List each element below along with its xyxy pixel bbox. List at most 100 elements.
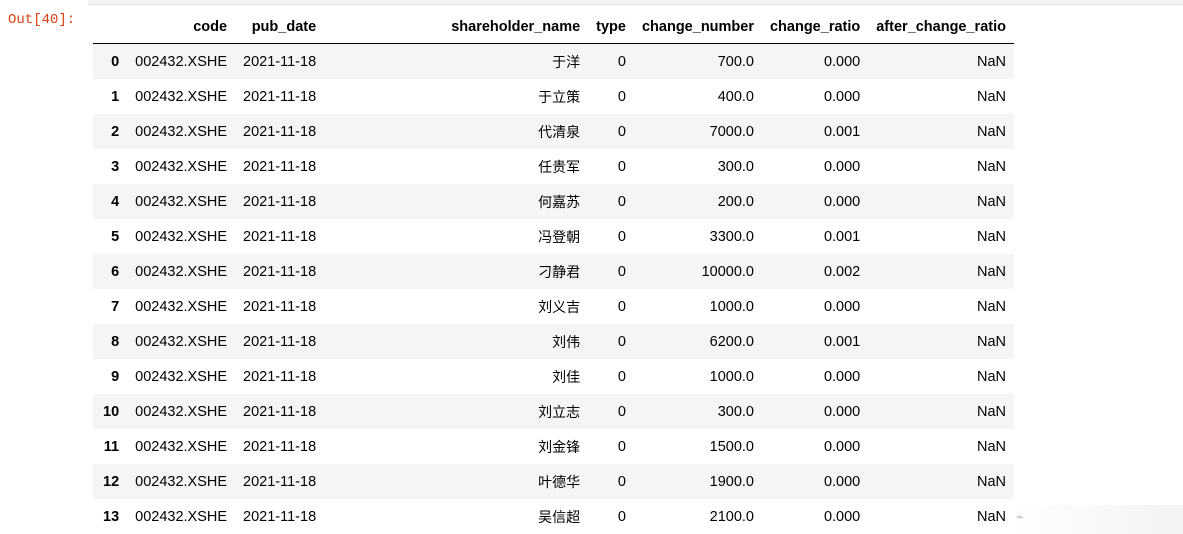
cell-code: 002432.XSHE (135, 263, 228, 280)
table-row: 7 002432.XSHE 2021-11-18 刘义吉 0 1000.0 0.000 NaN (93, 289, 1014, 324)
cell-pub-date: 2021-11-18 (243, 53, 317, 70)
row-index: 1 (111, 88, 120, 105)
cell-code: 002432.XSHE (135, 88, 228, 105)
cell-change-number: 6200.0 (709, 333, 754, 350)
row-index: 11 (103, 438, 120, 455)
cell-shareholder-name: 刘伟 (552, 334, 581, 351)
cell-shareholder-name: 刁静君 (538, 264, 581, 281)
cell-pub-date: 2021-11-18 (243, 263, 317, 280)
row-index: 13 (103, 508, 120, 525)
cell-type: 0 (617, 438, 626, 455)
cell-after-change-ratio: NaN (976, 473, 1006, 490)
cell-after-change-ratio: NaN (976, 333, 1006, 350)
cell-change-number: 10000.0 (701, 263, 754, 280)
cell-type: 0 (617, 158, 626, 175)
cell-after-change-ratio: NaN (976, 508, 1006, 525)
cell-pub-date: 2021-11-18 (243, 193, 317, 210)
column-header-shareholder-name: shareholder_name (324, 11, 589, 44)
cell-code: 002432.XSHE (135, 403, 228, 420)
row-index: 12 (103, 473, 120, 490)
cell-after-change-ratio: NaN (976, 263, 1006, 280)
cell-change-ratio: 0.002 (823, 263, 861, 280)
cell-change-number: 7000.0 (709, 123, 754, 140)
row-index: 8 (111, 333, 120, 350)
cell-pub-date: 2021-11-18 (243, 438, 317, 455)
cell-change-number: 3300.0 (709, 228, 754, 245)
cell-code: 002432.XSHE (135, 368, 228, 385)
cell-shareholder-name: 任贵军 (538, 159, 581, 176)
cell-after-change-ratio: NaN (976, 228, 1006, 245)
cell-code: 002432.XSHE (135, 438, 228, 455)
cell-code: 002432.XSHE (135, 473, 228, 490)
cell-shareholder-name: 刘金锋 (538, 439, 581, 456)
table-row: 12 002432.XSHE 2021-11-18 叶德华 0 1900.0 0.000 Na… (93, 464, 1014, 499)
cell-after-change-ratio: NaN (976, 298, 1006, 315)
cell-pub-date: 2021-11-18 (243, 473, 317, 490)
row-index: 3 (111, 158, 120, 175)
cell-after-change-ratio: NaN (976, 368, 1006, 385)
cell-type: 0 (617, 53, 626, 70)
column-header-change-ratio: change_ratio (761, 11, 869, 44)
cell-change-ratio: 0.001 (823, 333, 861, 350)
table-row: 10 002432.XSHE 2021-11-18 刘立志 0 300.0 0.000 NaN (93, 394, 1014, 429)
cell-shareholder-name: 于洋 (552, 54, 581, 71)
table-row: 1 002432.XSHE 2021-11-18 于立策 0 400.0 0.000 NaN (93, 79, 1014, 114)
table-row: 4 002432.XSHE 2021-11-18 何嘉苏 0 200.0 0.000 NaN (93, 184, 1014, 219)
cell-type: 0 (617, 368, 626, 385)
row-index: 2 (111, 123, 120, 140)
cell-change-number: 300.0 (717, 403, 754, 420)
cell-code: 002432.XSHE (135, 333, 228, 350)
cell-top-border (88, 0, 1183, 5)
cell-type: 0 (617, 263, 626, 280)
cell-change-ratio: 0.000 (823, 403, 861, 420)
column-header-pub-date: pub_date (235, 11, 325, 44)
cell-after-change-ratio: NaN (976, 158, 1006, 175)
table-row: 0 002432.XSHE 2021-11-18 于洋 0 700.0 0.000 NaN (93, 43, 1014, 79)
cell-change-ratio: 0.000 (823, 298, 861, 315)
row-index: 10 (103, 403, 120, 420)
table-row: 13 002432.XSHE 2021-11-18 吴信超 0 2100.0 0.000 Na… (93, 499, 1014, 534)
cell-shareholder-name: 刘佳 (552, 369, 581, 386)
cell-type: 0 (617, 193, 626, 210)
output-prompt: Out[40]: (8, 12, 76, 28)
cell-change-number: 1500.0 (709, 438, 754, 455)
cell-shareholder-name: 于立策 (538, 89, 581, 106)
cell-change-number: 1900.0 (709, 473, 754, 490)
cell-change-number: 700.0 (717, 53, 754, 70)
cell-shareholder-name: 吴信超 (538, 509, 581, 526)
cell-after-change-ratio: NaN (976, 53, 1006, 70)
row-index: 4 (111, 193, 120, 210)
table-row: 8 002432.XSHE 2021-11-18 刘伟 0 6200.0 0.001 NaN (93, 324, 1014, 359)
cell-change-ratio: 0.000 (823, 473, 861, 490)
row-index: 7 (111, 298, 120, 315)
cell-pub-date: 2021-11-18 (243, 403, 317, 420)
cell-pub-date: 2021-11-18 (243, 158, 317, 175)
table-row: 2 002432.XSHE 2021-11-18 代清泉 0 7000.0 0.001 NaN (93, 114, 1014, 149)
dataframe-table: code pub_date shareholder_name type chan… (93, 11, 1014, 534)
cell-type: 0 (617, 228, 626, 245)
table-row: 3 002432.XSHE 2021-11-18 任贵军 0 300.0 0.000 NaN (93, 149, 1014, 184)
row-index: 6 (111, 263, 120, 280)
cell-type: 0 (617, 473, 626, 490)
cell-type: 0 (617, 508, 626, 525)
cell-type: 0 (617, 333, 626, 350)
cell-pub-date: 2021-11-18 (243, 228, 317, 245)
column-header-after-change-ratio: after_change_ratio (868, 11, 1014, 44)
cell-change-number: 400.0 (717, 88, 754, 105)
cell-code: 002432.XSHE (135, 53, 228, 70)
cell-change-ratio: 0.000 (823, 53, 861, 70)
column-header-change-number: change_number (633, 11, 762, 44)
cell-pub-date: 2021-11-18 (243, 368, 317, 385)
watermark-overlay: ⌁ (1010, 505, 1183, 534)
cell-pub-date: 2021-11-18 (243, 88, 317, 105)
cell-after-change-ratio: NaN (976, 88, 1006, 105)
cell-shareholder-name: 刘义吉 (538, 299, 581, 316)
cell-code: 002432.XSHE (135, 123, 228, 140)
cell-code: 002432.XSHE (135, 228, 228, 245)
cell-change-ratio: 0.000 (823, 368, 861, 385)
index-header (93, 11, 128, 44)
row-index: 9 (111, 368, 120, 385)
cell-shareholder-name: 何嘉苏 (538, 194, 581, 211)
cell-change-number: 300.0 (717, 158, 754, 175)
cell-after-change-ratio: NaN (976, 438, 1006, 455)
